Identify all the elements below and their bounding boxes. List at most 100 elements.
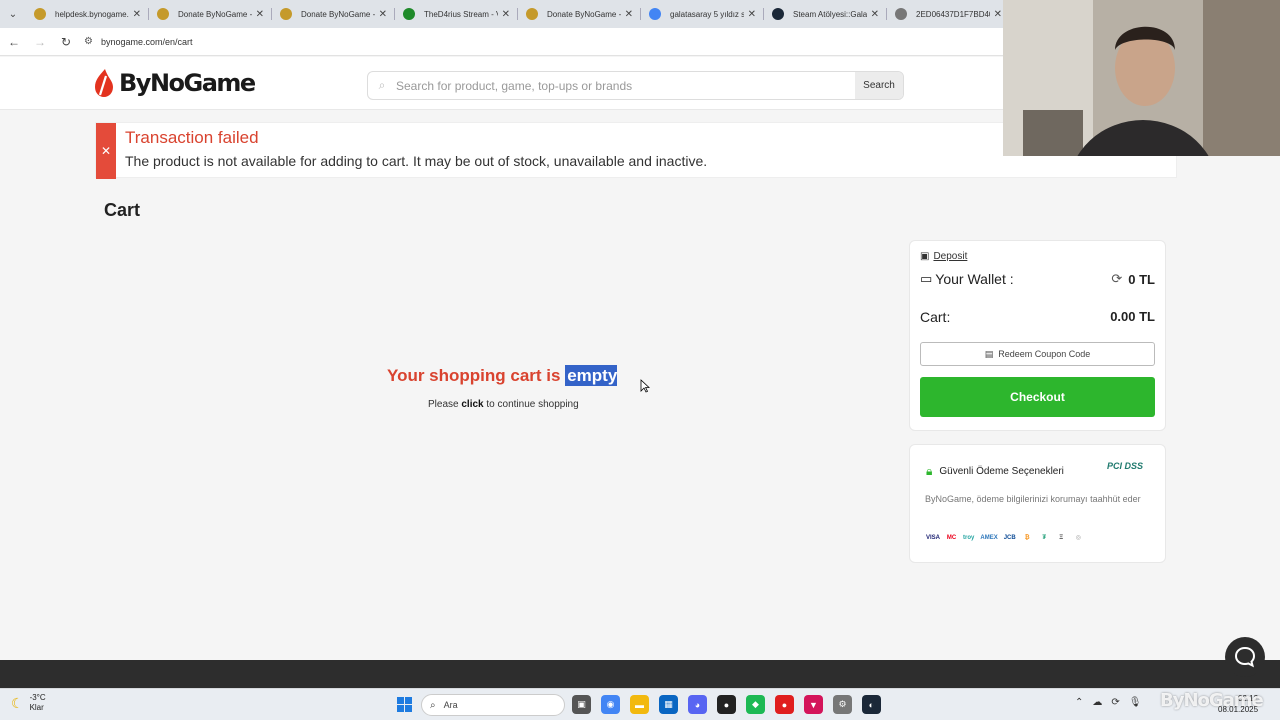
forward-arrow-icon[interactable]: → [28,30,52,54]
tab-close-icon[interactable]: ✕ [748,9,756,20]
taskbar-search-icon: ⌕ [430,699,436,711]
payment-icon: AMEX [980,535,998,541]
tab-favicon-icon [895,8,907,20]
wallet-row: ▭ Your Wallet : ⟳ 0 TL [920,271,1155,287]
taskbar-apps: ▣ ◉ ▬ ▦ ◕ ● ◆ ● ▼ ⚙ ◐ [572,695,881,714]
payment-icon: MC [946,535,957,541]
store-icon[interactable]: ▦ [659,695,678,714]
checkout-button[interactable]: Checkout [920,377,1155,417]
payment-icon: ₿ [1024,535,1030,541]
search-button[interactable]: Search [855,72,903,99]
search-bar: ⌕ Search [367,71,904,100]
tab-title: Donate ByNoGame - [547,9,621,19]
microphone-icon[interactable]: 🎙︎ [1129,697,1142,708]
alert-title: Transaction failed [125,128,259,147]
tab-title: Steam Atölyesi::Galat [793,9,867,19]
reload-icon[interactable]: ↻ [54,30,78,54]
app-icon-2[interactable]: ◆ [746,695,765,714]
browser-tab[interactable]: Steam Atölyesi::Galat ✕ [764,0,887,28]
tab-favicon-icon [649,8,661,20]
coupon-label: Redeem Coupon Code [998,349,1091,359]
empty-cart-highlight: empty [565,365,618,386]
empty-cart-message: Your shopping cart is empty [387,365,618,386]
tab-title: 2ED06437D1F7BD40 [916,9,990,19]
tab-close-icon[interactable]: ✕ [994,9,1002,20]
streamer-video-image [1003,0,1280,156]
cart-summary-card: ▣ Deposit ▭ Your Wallet : ⟳ 0 TL Cart: 0… [909,240,1166,431]
tab-close-icon[interactable]: ✕ [625,9,633,20]
refresh-icon[interactable]: ⟳ [1111,271,1122,287]
browser-tab[interactable]: Donate ByNoGame - ✕ [272,0,395,28]
tab-search-chevron-icon[interactable]: ⌄ [0,0,26,28]
redeem-coupon-button[interactable]: ▤ Redeem Coupon Code [920,342,1155,366]
taskbar-search-label: Ara [443,700,458,710]
payment-method-icons: VISA MC troy AMEX JCB ₿ ₮ Ξ ◎ [926,533,1084,544]
tab-favicon-icon [772,8,784,20]
taskbar-search[interactable]: ⌕ Ara [421,694,565,716]
browser-tab[interactable]: Donate ByNoGame - ✕ [518,0,641,28]
payment-icon: JCB [1003,535,1016,541]
live-chat-button[interactable] [1225,637,1265,677]
continue-prefix: Please [428,399,462,410]
cloud-icon[interactable]: ☁ [1092,697,1102,708]
browser-tab[interactable]: galatasaray 5 yıldız s ✕ [641,0,764,28]
moon-icon: ☾ [11,694,24,711]
tab-close-icon[interactable]: ✕ [133,9,141,20]
payment-icon: ₮ [1042,535,1047,541]
wallet-icon: ▣ [920,251,930,262]
payment-icon: Ξ [1059,535,1064,541]
settings-icon[interactable]: ⚙ [833,695,852,714]
task-view-icon[interactable]: ▣ [572,695,591,714]
wallet-label: Your Wallet : [935,271,1014,287]
page-title: Cart [104,200,141,220]
tab-title: helpdesk.bynogame. [55,9,129,19]
browser-tab[interactable]: 2ED06437D1F7BD40 ✕ [887,0,1010,28]
lock-icon: 🔒︎ [926,464,933,478]
browser-tab[interactable]: helpdesk.bynogame. ✕ [26,0,149,28]
sync-icon[interactable]: ⟳ [1111,697,1119,708]
tab-close-icon[interactable]: ✕ [502,9,510,20]
tab-favicon-icon [34,8,46,20]
card-icon: ▭ [920,271,933,286]
windows-start-icon[interactable] [397,697,412,712]
steam-icon[interactable]: ◐ [862,695,881,714]
cart-total-row: Cart: 0.00 TL [920,309,1155,325]
webcam-overlay [1003,0,1280,156]
tab-close-icon[interactable]: ✕ [379,9,387,20]
cart-total-label: Cart: [920,309,951,325]
weather-widget[interactable]: ☾ -3°C Klar [11,693,46,713]
browser-tab[interactable]: Donate ByNoGame - ✕ [149,0,272,28]
search-input[interactable] [396,78,855,93]
file-explorer-icon[interactable]: ▬ [630,695,649,714]
pci-dss-badge: PCI DSS [1107,461,1144,471]
tab-title: galatasaray 5 yıldız s [670,9,744,19]
cart-total-amount: 0.00 TL [1110,309,1155,324]
bynogame-logo[interactable]: ByNoGame [93,67,256,99]
weather-temp: -3°C [29,693,46,702]
secure-payment-title: 🔒︎ Güvenli Ödeme Seçenekleri [926,464,1064,479]
chrome-icon[interactable]: ◉ [601,695,620,714]
tray-chevron-icon[interactable]: ⌃ [1075,697,1083,708]
alert-close-icon[interactable]: ✕ [96,123,116,179]
tab-favicon-icon [157,8,169,20]
app-icon-3[interactable]: ● [775,695,794,714]
browser-tab[interactable]: TheD4rius Stream - V ✕ [395,0,518,28]
logo-flame-icon [95,69,113,97]
search-icon: ⌕ [378,78,386,92]
tab-title: Donate ByNoGame - [301,9,375,19]
app-icon[interactable]: ● [717,695,736,714]
url-text: bynogame.com/en/cart [100,36,193,47]
payment-icon: troy [963,535,975,541]
back-arrow-icon[interactable]: ← [2,30,26,54]
url-field[interactable]: ⚙ bynogame.com/en/cart [84,31,193,53]
deposit-link[interactable]: ▣ Deposit [920,251,967,262]
continue-shopping-link[interactable]: click [461,399,483,410]
coupon-icon: ▤ [984,348,994,359]
tab-close-icon[interactable]: ✕ [256,9,264,20]
app-icon-4[interactable]: ▼ [804,695,823,714]
windows-taskbar: ☾ -3°C Klar ⌕ Ara ▣ ◉ ▬ ▦ ◕ ● ◆ ● ▼ ⚙ ◐ … [0,688,1280,720]
chat-bubble-icon [1234,646,1256,668]
tab-close-icon[interactable]: ✕ [871,9,879,20]
discord-icon[interactable]: ◕ [688,695,707,714]
site-info-icon[interactable]: ⚙ [84,36,93,47]
